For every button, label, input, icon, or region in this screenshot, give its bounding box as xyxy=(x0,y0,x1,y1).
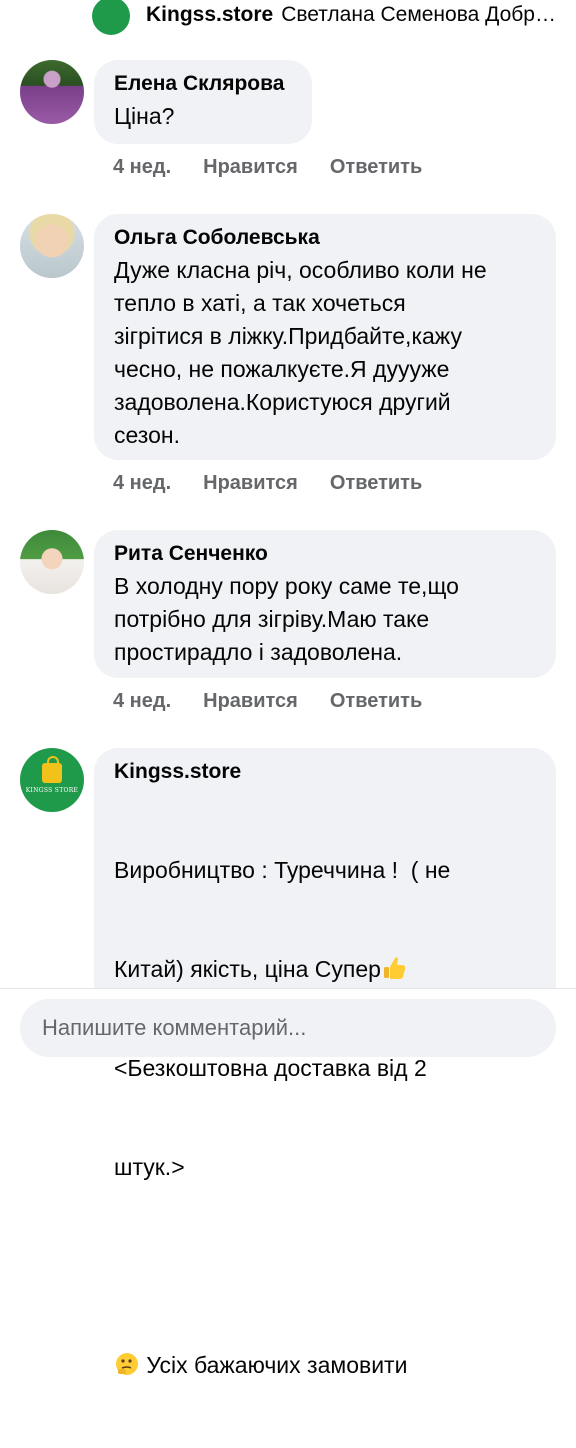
comment-text-line: штук.> xyxy=(114,1154,185,1180)
comment-author[interactable]: Ольга Соболевська xyxy=(114,224,536,252)
comment-actions: 4 нед. Нравится Ответить xyxy=(113,690,422,713)
logo-text: KINGSS STORE xyxy=(25,786,79,794)
comment-text-fragment: Усіх бажаючих замовити xyxy=(146,1352,408,1378)
comment-text-line: Усіх бажаючих замовити xyxy=(114,1349,536,1382)
comment-time[interactable]: 4 нед. xyxy=(113,472,171,495)
comment-actions: 4 нед. Нравится Ответить xyxy=(113,156,422,179)
like-button[interactable]: Нравится xyxy=(203,690,298,713)
comment-text-fragment: Китай) якість, ціна Супер xyxy=(114,956,381,982)
like-button[interactable]: Нравится xyxy=(203,472,298,495)
comment-bubble: Елена Склярова Ціна? xyxy=(94,60,312,144)
reply-button[interactable]: Ответить xyxy=(330,156,422,179)
comment-text-line: Виробництво : Туреччина ! ( не xyxy=(114,857,451,883)
comment-text: Дуже класна річ, особливо коли не тепло … xyxy=(114,257,487,448)
reply-button[interactable]: Ответить xyxy=(330,472,422,495)
thumbs-up-icon xyxy=(383,957,406,979)
avatar[interactable] xyxy=(20,214,84,278)
like-button[interactable]: Нравится xyxy=(203,156,298,179)
comment-composer[interactable] xyxy=(20,999,556,1057)
comment-bubble: Рита Сенченко В холодну пору року саме т… xyxy=(94,530,556,678)
comment-author[interactable]: Kingss.store xyxy=(114,758,536,786)
previous-reply-row: Kingss.store Светлана Семенова Добро... xyxy=(92,0,576,40)
previous-reply-author[interactable]: Kingss.store xyxy=(146,3,273,26)
comment-actions: 4 нед. Нравится Ответить xyxy=(113,472,422,495)
comment-time[interactable]: 4 нед. xyxy=(113,690,171,713)
comment-author[interactable]: Елена Склярова xyxy=(114,70,292,98)
avatar[interactable] xyxy=(20,530,84,594)
comment-text-line: Китай) якість, ціна Супер xyxy=(114,953,536,986)
comment-text: Виробництво : Туреччина ! ( не Китай) як… xyxy=(114,788,536,1448)
kingss-store-logo[interactable]: KINGSS STORE xyxy=(20,748,84,812)
previous-reply-text: Kingss.store Светлана Семенова Добро... xyxy=(146,3,556,27)
comment-text: В холодну пору року саме те,що потрібно … xyxy=(114,573,459,665)
comment-text: Ціна? xyxy=(114,103,175,129)
avatar[interactable] xyxy=(20,60,84,124)
reply-button[interactable]: Ответить xyxy=(330,690,422,713)
thinking-face-icon xyxy=(116,1353,138,1375)
kingss-store-avatar-small[interactable] xyxy=(92,0,130,35)
comment-input[interactable] xyxy=(40,1014,556,1042)
previous-reply-body: Светлана Семенова Добро... xyxy=(281,3,556,26)
shopping-bag-icon xyxy=(42,755,62,783)
comment-time[interactable]: 4 нед. xyxy=(113,156,171,179)
comment-composer-bar xyxy=(0,988,576,1057)
comment-bubble: Ольга Соболевська Дуже класна річ, особл… xyxy=(94,214,556,460)
comment-author[interactable]: Рита Сенченко xyxy=(114,540,536,568)
